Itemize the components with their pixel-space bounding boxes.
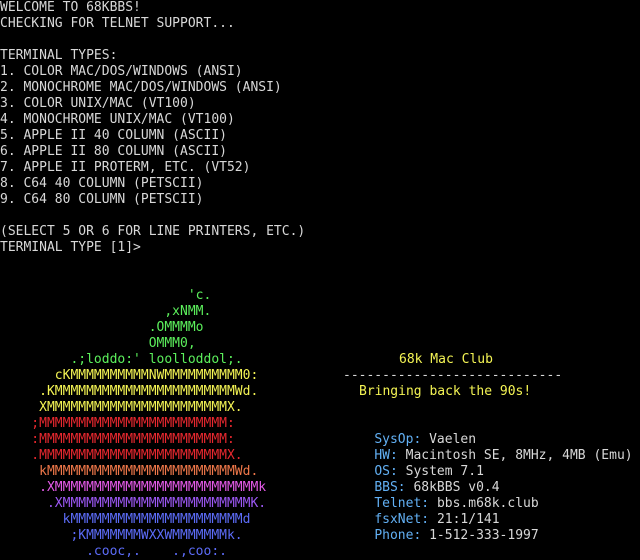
logo-art-line: ,xNMM. bbox=[0, 304, 212, 319]
logo-art-line: 'c. bbox=[0, 288, 212, 303]
logo-art-line: .XMMMMMMMMMMMMMMMMMMMMMMMMK. bbox=[0, 496, 267, 511]
logo-art-line: XMMMMMMMMMMMMMMMMMMMMMMMX. bbox=[0, 400, 243, 415]
logo-art-line: kMMMMMMMMMMMMMMMMMMMMMMMMWd. bbox=[0, 464, 259, 479]
logo-art-line: ;MMMMMMMMMMMMMMMMMMMMMMMM: bbox=[0, 416, 235, 431]
terminal-type-option: 8. C64 40 COLUMN (PETSCII) bbox=[0, 176, 204, 191]
terminal-type-option: 7. APPLE II PROTERM, ETC. (VT52) bbox=[0, 160, 251, 175]
terminal-types-header: TERMINAL TYPES: bbox=[0, 48, 118, 63]
terminal-type-option: 1. COLOR MAC/DOS/WINDOWS (ANSI) bbox=[0, 64, 243, 79]
terminal-type-prompt[interactable]: TERMINAL TYPE [1]> bbox=[0, 240, 141, 256]
info-row-phone: Phone: 1-512-333-1997 bbox=[343, 512, 539, 560]
line-printer-note: (SELECT 5 OR 6 FOR LINE PRINTERS, ETC.) bbox=[0, 224, 306, 239]
logo-art-line: .OMMMMo bbox=[0, 320, 204, 335]
info-value: 1-512-333-1997 bbox=[429, 528, 539, 543]
logo-art-line: cKMMMMMMMMMMNWMMMMMMMMMM0: bbox=[0, 368, 259, 383]
logo-art-line: .MMMMMMMMMMMMMMMMMMMMMMMMX. bbox=[0, 448, 243, 463]
terminal-type-option: 4. MONOCHROME UNIX/MAC (VT100) bbox=[0, 112, 235, 127]
terminal-type-option: 2. MONOCHROME MAC/DOS/WINDOWS (ANSI) bbox=[0, 80, 282, 95]
logo-art-line: :MMMMMMMMMMMMMMMMMMMMMMMM: bbox=[0, 432, 235, 447]
club-divider: ---------------------------- bbox=[343, 368, 563, 383]
terminal-type-option: 6. APPLE II 80 COLUMN (ASCII) bbox=[0, 144, 227, 159]
terminal-type-option: 3. COLOR UNIX/MAC (VT100) bbox=[0, 96, 196, 111]
telnet-check-line: CHECKING FOR TELNET SUPPORT... bbox=[0, 16, 235, 31]
terminal-type-option: 9. C64 80 COLUMN (PETSCII) bbox=[0, 192, 204, 207]
club-title: 68k Mac Club bbox=[399, 352, 493, 367]
logo-art-line: .cooc,. .,coo:. bbox=[0, 544, 227, 559]
terminal-screen[interactable]: WELCOME TO 68KBBS! CHECKING FOR TELNET S… bbox=[0, 0, 640, 560]
club-tagline: Bringing back the 90s! bbox=[359, 384, 532, 399]
terminal-type-option: 5. APPLE II 40 COLUMN (ASCII) bbox=[0, 128, 227, 143]
logo-art-line: .XMMMMMMMMMMMMMMMMMMMMMMMMMMk bbox=[0, 480, 267, 495]
logo-art-line: .;loddo:' loolloddol;. bbox=[0, 352, 243, 367]
logo-art-line: .KMMMMMMMMMMMMMMMMMMMMMMMWd. bbox=[0, 384, 259, 399]
welcome-line: WELCOME TO 68KBBS! bbox=[0, 0, 141, 15]
info-label: Phone: bbox=[374, 528, 422, 543]
logo-art-line: kMMMMMMMMMMMMMMMMMMMMMMd bbox=[0, 512, 251, 527]
logo-art-line: ;KMMMMMMMWXXWMMMMMMMk. bbox=[0, 528, 243, 543]
logo-art-line: OMMM0, bbox=[0, 336, 196, 351]
